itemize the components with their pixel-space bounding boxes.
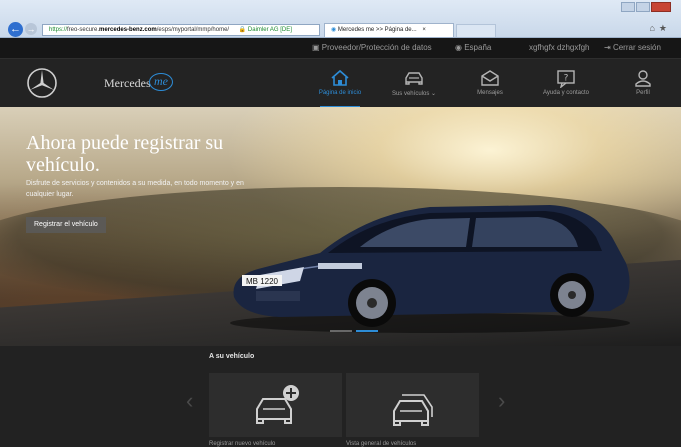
- url-path: /esps/myportal/mmp/home/: [156, 27, 230, 33]
- browser-toolbar: ← → https://freo-secure.mercedes-benz.co…: [0, 0, 681, 38]
- carousel-indicators: [330, 330, 382, 332]
- provider-link[interactable]: ▣ Proveedor/Protección de datos: [312, 38, 432, 58]
- section-title: A su vehículo: [209, 353, 255, 360]
- car-image: MB 1220: [230, 205, 630, 333]
- lock-icon: 🔒: [238, 27, 247, 33]
- car-icon: [405, 72, 423, 85]
- maximize-icon[interactable]: [636, 2, 650, 12]
- logout-link[interactable]: ⇥ Cerrar sesión: [604, 38, 661, 58]
- security-label: Daimler AG [DE]: [247, 27, 292, 33]
- chevron-right-icon[interactable]: ›: [498, 390, 505, 412]
- minimize-icon[interactable]: [621, 2, 635, 12]
- register-vehicle-button[interactable]: Registrar el vehículo: [26, 217, 106, 233]
- register-new-vehicle-card[interactable]: [209, 373, 342, 437]
- help-icon: ?: [557, 70, 575, 88]
- back-arrow-icon[interactable]: ←: [8, 22, 23, 37]
- nav-profile[interactable]: Perfil: [607, 59, 679, 108]
- browser-toolbar-icons: ⌂★: [649, 23, 671, 34]
- home-browser-icon[interactable]: ⌂: [649, 23, 658, 33]
- main-navigation: Mercedes me Página de inicio Sus vehícul…: [0, 58, 681, 108]
- home-icon: [331, 69, 349, 86]
- brand-me-logo: me: [149, 73, 173, 91]
- tab-title: Mercedes me >> Página de...: [337, 27, 417, 33]
- globe-icon: ◉: [455, 43, 462, 52]
- page: ← → https://freo-secure.mercedes-benz.co…: [0, 0, 681, 447]
- add-car-icon: [256, 385, 299, 424]
- nav-vehicles[interactable]: Sus vehículos ⌄: [378, 59, 450, 108]
- nav-help[interactable]: ? Ayuda y contacto: [530, 59, 602, 108]
- tab-close-icon[interactable]: ×: [422, 27, 426, 33]
- provider-label: Proveedor/Protección de datos: [321, 43, 432, 52]
- window-controls: [620, 2, 671, 12]
- vehicle-section: A su vehículo ‹ › Registrar nuevo vehícu…: [0, 346, 681, 447]
- cars-overview-icon: [393, 394, 433, 426]
- address-bar[interactable]: https://freo-secure.mercedes-benz.com/es…: [42, 24, 320, 36]
- user-icon: [635, 70, 651, 87]
- svg-text:?: ?: [564, 74, 569, 84]
- url-prefix: freo-secure.: [67, 27, 100, 33]
- chevron-left-icon[interactable]: ‹: [186, 390, 193, 412]
- tab-favicon: ◉: [331, 27, 337, 33]
- utility-bar: ▣ Proveedor/Protección de datos ◉ España…: [0, 38, 681, 58]
- mercedes-star-icon[interactable]: [26, 67, 58, 99]
- nav-home[interactable]: Página de inicio: [304, 59, 376, 108]
- logout-icon: ⇥: [604, 43, 611, 52]
- user-name[interactable]: xgfhgfx dzhgxfgh: [529, 38, 589, 58]
- browser-tab[interactable]: ◉ Mercedes me >> Página de... ×: [324, 23, 454, 37]
- country-label: España: [464, 43, 492, 52]
- nav-vehicles-label: Sus vehículos ⌄: [391, 91, 437, 97]
- nav-help-label: Ayuda y contacto: [543, 90, 589, 96]
- hero-title: Ahora puede registrar su vehículo.: [26, 132, 224, 176]
- carousel-dot-active[interactable]: [356, 330, 378, 332]
- carousel-dot[interactable]: [330, 330, 352, 332]
- logout-label: Cerrar sesión: [612, 43, 661, 52]
- nav-home-label: Página de inicio: [318, 90, 362, 96]
- vehicle-overview-card[interactable]: [346, 373, 479, 437]
- url-scheme: https://: [49, 27, 68, 33]
- hero-banner: Ahora puede registrar su vehículo. Disfr…: [0, 107, 681, 346]
- favorites-icon[interactable]: ★: [659, 23, 671, 33]
- nav-profile-label: Perfil: [636, 90, 650, 96]
- hero-description: Disfrute de servicios y contenidos a su …: [26, 180, 244, 198]
- country-selector[interactable]: ◉ España: [455, 38, 491, 58]
- register-new-vehicle-label[interactable]: Registrar nuevo vehículo: [209, 441, 275, 447]
- envelope-icon: [481, 70, 499, 86]
- url-domain: mercedes-benz.com: [99, 27, 157, 33]
- new-tab[interactable]: [456, 24, 496, 37]
- close-window-icon[interactable]: [651, 2, 671, 12]
- vehicle-overview-label[interactable]: Vista general de vehículos: [346, 441, 416, 447]
- license-plate: MB 1220: [242, 275, 282, 286]
- forward-arrow-icon[interactable]: →: [25, 23, 37, 35]
- brand-name: Mercedes: [104, 76, 151, 90]
- nav-messages-label: Mensajes: [477, 90, 503, 96]
- document-icon: ▣: [312, 43, 320, 52]
- nav-messages[interactable]: Mensajes: [454, 59, 526, 108]
- plate-text: MB 1220: [246, 277, 279, 286]
